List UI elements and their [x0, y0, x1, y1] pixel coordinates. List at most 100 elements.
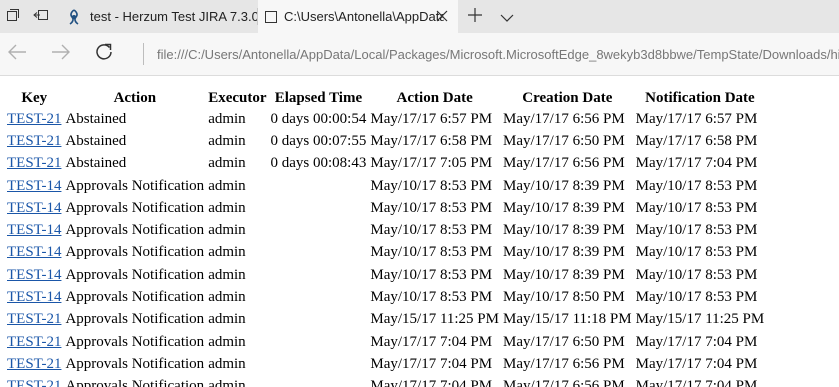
cell-executor: admin	[208, 378, 246, 387]
cell-elapsed-time	[270, 286, 368, 308]
cell-notification-date: May/10/17 8:53 PM	[635, 266, 758, 283]
navigation-bar: file:///C:/Users/Antonella/AppData/Local…	[0, 33, 839, 76]
table-row: TEST-14 Approvals Notification admin May/10…	[6, 264, 765, 286]
cell-elapsed-time	[270, 175, 368, 197]
cell-action-date: May/10/17 8:53 PM	[370, 289, 493, 306]
history-table: Key Action Executor Elapsed Time Action …	[4, 88, 767, 387]
cell-executor: admin	[208, 177, 246, 194]
header-action: Action	[113, 89, 157, 106]
cell-action-date: May/17/17 7:04 PM	[370, 355, 493, 372]
cell-creation-date: May/17/17 6:56 PM	[502, 110, 625, 127]
cell-creation-date: May/10/17 8:39 PM	[502, 266, 625, 283]
cell-action-date: May/10/17 8:53 PM	[370, 222, 493, 239]
cell-executor: admin	[208, 222, 246, 239]
new-tab-button[interactable]	[462, 0, 488, 33]
tab-active-file[interactable]: C:\Users\Antonella\AppData\Local\Package…	[258, 0, 458, 33]
tab-jira[interactable]: test - Herzum Test JIRA 7.3.0	[58, 0, 258, 33]
issue-key-link[interactable]: TEST-21	[7, 311, 61, 327]
cell-key: TEST-14	[6, 264, 62, 286]
address-divider	[143, 43, 144, 65]
issue-key-link[interactable]: TEST-21	[7, 133, 61, 149]
table-row: TEST-21 Approvals Notification admin May/17…	[6, 353, 765, 375]
plus-icon	[468, 7, 482, 26]
cell-action: Approvals Notification	[65, 333, 205, 350]
cell-notification-date: May/17/17 7:04 PM	[635, 333, 758, 350]
tab-list-button[interactable]	[494, 0, 520, 33]
page-icon	[264, 10, 278, 24]
table-row: TEST-14 Approvals Notification admin May/10…	[6, 286, 765, 308]
issue-key-link[interactable]: TEST-21	[7, 155, 61, 171]
cell-key: TEST-14	[6, 242, 62, 264]
cell-elapsed-time: 0 days 00:07:55	[270, 132, 367, 149]
cell-notification-date: May/10/17 8:53 PM	[635, 244, 758, 261]
cell-executor: admin	[208, 244, 246, 261]
issue-key-link[interactable]: TEST-14	[7, 200, 61, 216]
cell-executor: admin	[208, 199, 246, 216]
set-tabs-aside-button[interactable]	[28, 0, 54, 33]
refresh-button[interactable]	[87, 37, 121, 71]
cell-key: TEST-21	[6, 108, 62, 130]
issue-key-link[interactable]: TEST-21	[7, 111, 61, 127]
cell-action: Approvals Notification	[65, 311, 205, 328]
issue-key-link[interactable]: TEST-14	[7, 178, 61, 194]
header-key: Key	[21, 89, 48, 106]
back-button[interactable]	[0, 37, 34, 71]
cell-elapsed-time	[270, 353, 368, 375]
table-row: TEST-14 Approvals Notification admin May/10…	[6, 242, 765, 264]
table-row: TEST-21 Abstained admin 0 days 00:07:55 May/…	[6, 130, 765, 152]
issue-key-link[interactable]: TEST-14	[7, 244, 61, 260]
tab-strip: test - Herzum Test JIRA 7.3.0 C:\Users\A…	[0, 0, 839, 33]
table-row: TEST-21 Abstained admin 0 days 00:08:43 May/…	[6, 153, 765, 175]
cell-action-date: May/10/17 8:53 PM	[370, 244, 493, 261]
address-bar[interactable]: file:///C:/Users/Antonella/AppData/Local…	[157, 45, 839, 65]
cell-key: TEST-21	[6, 376, 62, 387]
cell-action-date: May/17/17 6:58 PM	[370, 132, 493, 149]
chevron-down-icon	[500, 7, 514, 26]
cell-action: Approvals Notification	[65, 289, 205, 306]
cell-notification-date: May/17/17 7:04 PM	[635, 378, 758, 387]
tab-preview-button[interactable]	[0, 0, 26, 33]
cell-key: TEST-14	[6, 219, 62, 241]
cell-creation-date: May/10/17 8:39 PM	[502, 222, 625, 239]
cell-notification-date: May/17/17 6:58 PM	[635, 132, 758, 149]
cell-executor: admin	[208, 132, 246, 149]
forward-button[interactable]	[44, 37, 78, 71]
header-creation-date: Creation Date	[522, 89, 613, 106]
cell-creation-date: May/17/17 6:56 PM	[502, 378, 625, 387]
tab-title: test - Herzum Test JIRA 7.3.0	[90, 9, 258, 24]
cell-creation-date: May/10/17 8:39 PM	[502, 177, 625, 194]
cell-creation-date: May/17/17 6:50 PM	[502, 132, 625, 149]
header-notification-date: Notification Date	[645, 89, 755, 106]
cell-executor: admin	[208, 110, 246, 127]
issue-key-link[interactable]: TEST-14	[7, 289, 61, 305]
cell-key: TEST-21	[6, 309, 62, 331]
issue-key-link[interactable]: TEST-21	[7, 334, 61, 350]
cell-elapsed-time	[270, 331, 368, 353]
cell-executor: admin	[208, 311, 246, 328]
cell-elapsed-time	[270, 309, 368, 331]
table-row: TEST-21 Approvals Notification admin May/17…	[6, 331, 765, 353]
cell-elapsed-time	[270, 264, 368, 286]
back-arrow-icon	[7, 44, 27, 64]
issue-key-link[interactable]: TEST-14	[7, 267, 61, 283]
cell-key: TEST-21	[6, 353, 62, 375]
cell-elapsed-time: 0 days 00:08:43	[270, 155, 367, 172]
issue-key-link[interactable]: TEST-14	[7, 222, 61, 238]
cell-notification-date: May/10/17 8:53 PM	[635, 222, 758, 239]
cell-action-date: May/15/17 11:25 PM	[370, 311, 499, 328]
header-elapsed-time: Elapsed Time	[274, 89, 363, 106]
issue-key-link[interactable]: TEST-21	[7, 378, 61, 387]
cell-action-date: May/17/17 6:57 PM	[370, 110, 493, 127]
cell-action-date: May/17/17 7:04 PM	[370, 378, 493, 387]
forward-arrow-icon	[51, 44, 71, 64]
cell-creation-date: May/17/17 6:56 PM	[502, 355, 625, 372]
table-row: TEST-21 Approvals Notification admin May/15…	[6, 309, 765, 331]
close-tab-icon[interactable]	[434, 8, 450, 24]
issue-key-link[interactable]: TEST-21	[7, 356, 61, 372]
cell-creation-date: May/17/17 6:50 PM	[502, 333, 625, 350]
cell-action-date: May/10/17 8:53 PM	[370, 266, 493, 283]
cell-action-date: May/17/17 7:05 PM	[370, 155, 493, 172]
cell-executor: admin	[208, 333, 246, 350]
cell-notification-date: May/10/17 8:53 PM	[635, 177, 758, 194]
table-row: TEST-21 Approvals Notification admin May/17…	[6, 376, 765, 387]
